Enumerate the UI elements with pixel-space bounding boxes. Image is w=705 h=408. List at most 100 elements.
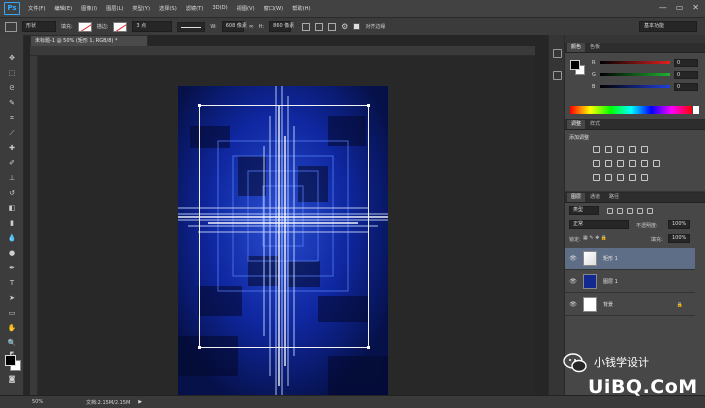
filter-type-icon[interactable] <box>627 208 633 214</box>
eyedropper-tool-icon[interactable]: ⟋ <box>7 129 17 138</box>
rectangle-tool-icon[interactable]: ▭ <box>7 309 17 318</box>
channel-slider[interactable] <box>600 85 670 88</box>
filter-smart-object-icon[interactable] <box>647 208 653 214</box>
tab-layers[interactable]: 图层 <box>567 193 586 202</box>
vibrance-icon[interactable] <box>641 146 648 153</box>
color-lookup-icon[interactable] <box>653 160 660 167</box>
fill-swatch[interactable] <box>77 21 92 32</box>
hue-saturation-icon[interactable] <box>593 160 600 167</box>
channel-value-field[interactable]: 0 <box>674 82 698 91</box>
minimize-button[interactable]: — <box>659 3 667 12</box>
filter-shape-icon[interactable] <box>637 208 643 214</box>
menu-view[interactable]: 视图(V) <box>237 5 255 12</box>
foreground-color-swatch[interactable] <box>5 355 16 366</box>
path-selection-tool-icon[interactable]: ➤ <box>7 294 17 303</box>
menu-type[interactable]: 类型(Y) <box>132 5 150 12</box>
layer-name[interactable]: 图层 1 <box>603 278 618 285</box>
channel-slider[interactable] <box>600 73 670 76</box>
move-tool-icon[interactable]: ✥ <box>7 54 17 63</box>
blend-mode-select[interactable]: 正常 <box>569 220 629 229</box>
quick-select-tool-icon[interactable]: ✎ <box>7 99 17 108</box>
color-swatches[interactable] <box>5 355 21 371</box>
layer-name[interactable]: 矩形 1 <box>603 255 618 262</box>
menu-3d[interactable]: 3D(D) <box>212 5 227 12</box>
tool-mode-select[interactable]: 形状 <box>22 21 56 32</box>
width-field[interactable]: 608 像素 <box>221 21 247 32</box>
panel-foreground-swatch[interactable] <box>570 60 580 70</box>
document-tab[interactable]: 未标题-1 @ 50% (矩形 1, RGB/8) * <box>30 35 148 46</box>
channel-mixer-icon[interactable] <box>641 160 648 167</box>
tab-color[interactable]: 颜色 <box>567 43 586 52</box>
lasso-tool-icon[interactable]: ᘓ <box>7 84 17 93</box>
color-balance-icon[interactable] <box>605 160 612 167</box>
black-white-icon[interactable] <box>617 160 624 167</box>
horizontal-ruler[interactable] <box>30 46 535 56</box>
hand-tool-icon[interactable]: ✋ <box>7 324 17 333</box>
tab-channels[interactable]: 通道 <box>586 193 604 202</box>
path-anchor-bottom-left[interactable] <box>198 346 201 349</box>
exposure-icon[interactable] <box>629 146 636 153</box>
type-tool-icon[interactable]: T <box>7 279 17 288</box>
eye-icon[interactable]: 👁 <box>569 278 577 285</box>
stroke-type-select[interactable] <box>177 21 206 32</box>
filter-pixel-icon[interactable] <box>607 208 613 214</box>
channel-slider[interactable] <box>600 61 670 64</box>
link-icon[interactable]: ∞ <box>249 23 254 30</box>
eye-icon[interactable]: 👁 <box>569 301 577 308</box>
gear-icon[interactable]: ⚙ <box>341 22 348 31</box>
lock-icons[interactable]: ▦ ✎ ✥ 🔒 <box>583 235 607 241</box>
posterize-icon[interactable] <box>605 174 612 181</box>
channel-value-field[interactable]: 0 <box>674 58 698 67</box>
height-field[interactable]: 860 像素 <box>269 21 294 32</box>
tab-swatches[interactable]: 色板 <box>586 43 604 52</box>
rectangle-shape-path[interactable] <box>198 104 370 349</box>
pen-tool-icon[interactable]: ✒ <box>7 264 17 273</box>
menu-layer[interactable]: 图层(L) <box>106 5 123 12</box>
zoom-tool-icon[interactable]: 🔍 <box>7 339 17 348</box>
history-icon[interactable] <box>553 49 562 58</box>
path-anchor-top-right[interactable] <box>367 104 370 107</box>
canvas-area[interactable] <box>38 56 535 395</box>
levels-icon[interactable] <box>605 146 612 153</box>
menu-image[interactable]: 图像(I) <box>81 5 97 12</box>
layer-filter-select[interactable]: 类型 <box>569 206 599 215</box>
curves-icon[interactable] <box>617 146 624 153</box>
photo-filter-icon[interactable] <box>629 160 636 167</box>
stroke-size-field[interactable]: 3 点 <box>132 21 173 32</box>
close-button[interactable]: ✕ <box>692 3 699 12</box>
workspace-select[interactable]: 基本功能 <box>639 21 697 32</box>
properties-icon[interactable] <box>553 71 562 80</box>
path-arrange-icon[interactable] <box>328 22 337 31</box>
filter-adjustment-icon[interactable] <box>617 208 623 214</box>
menu-window[interactable]: 窗口(W) <box>264 5 284 12</box>
invert-icon[interactable] <box>593 174 600 181</box>
status-menu-arrow-icon[interactable]: ▶ <box>138 399 142 405</box>
channel-value-field[interactable]: 0 <box>674 70 698 79</box>
layer-row[interactable]: 👁 图层 1 <box>565 271 695 293</box>
tab-paths[interactable]: 路径 <box>605 193 623 202</box>
zoom-level[interactable]: 50% <box>32 399 66 405</box>
document-canvas[interactable] <box>178 86 388 395</box>
tool-preset-icon[interactable] <box>5 21 17 32</box>
crop-tool-icon[interactable]: ⌗ <box>7 114 17 123</box>
selective-color-icon[interactable] <box>629 174 636 181</box>
gradient-map-icon[interactable] <box>641 174 648 181</box>
align-edges-checkbox[interactable] <box>353 23 361 30</box>
vertical-ruler[interactable] <box>30 56 38 395</box>
quick-mask-icon[interactable]: ◙ <box>7 375 17 384</box>
brush-tool-icon[interactable]: ✐ <box>7 159 17 168</box>
color-spectrum-bar[interactable] <box>570 106 699 114</box>
dodge-tool-icon[interactable]: ● <box>7 249 17 258</box>
path-anchor-bottom-right[interactable] <box>367 346 370 349</box>
threshold-icon[interactable] <box>617 174 624 181</box>
healing-brush-tool-icon[interactable]: ✚ <box>7 144 17 153</box>
clone-stamp-tool-icon[interactable]: ⊥ <box>7 174 17 183</box>
layer-row[interactable]: 👁 背景 🔒 <box>565 294 695 316</box>
eraser-tool-icon[interactable]: ◧ <box>7 204 17 213</box>
opacity-field[interactable]: 100% <box>668 220 690 229</box>
maximize-button[interactable]: ▭ <box>676 3 684 12</box>
menu-select[interactable]: 选择(S) <box>159 5 177 12</box>
history-brush-tool-icon[interactable]: ↺ <box>7 189 17 198</box>
menu-filter[interactable]: 滤镜(T) <box>186 5 204 12</box>
fill-field[interactable]: 100% <box>668 234 690 243</box>
